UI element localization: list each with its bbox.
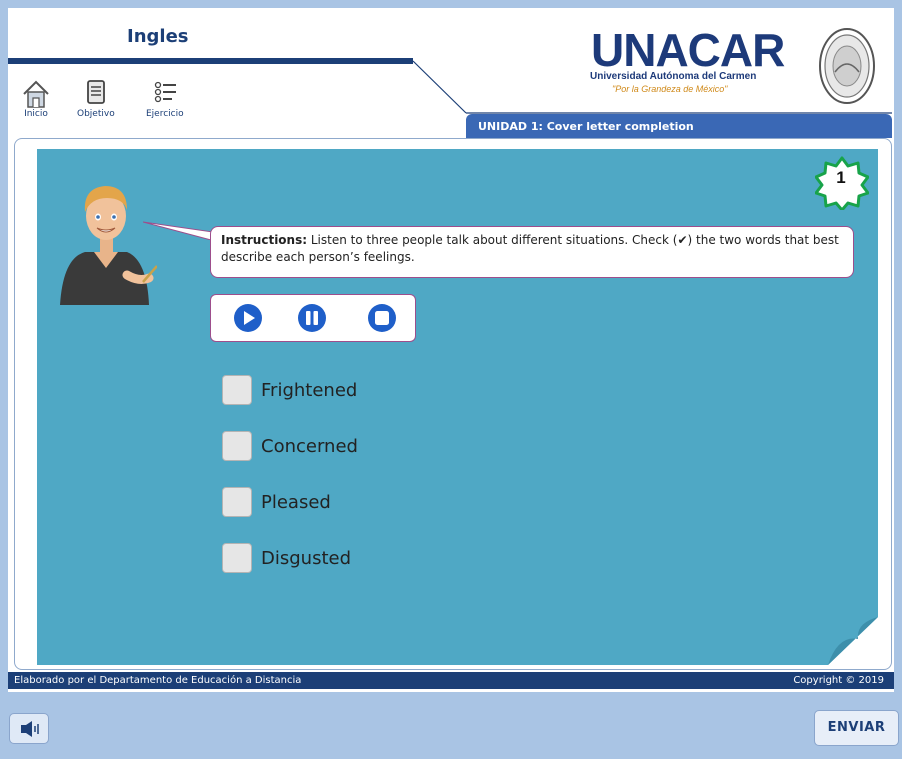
pause-icon[interactable]	[297, 303, 327, 333]
audio-player	[210, 294, 416, 342]
home-icon	[23, 80, 49, 108]
instructions-bubble: Instructions: Listen to three people tal…	[210, 226, 854, 278]
option-disgusted[interactable]: Disgusted	[222, 543, 351, 573]
sound-button[interactable]	[9, 713, 49, 744]
option-label: Pleased	[261, 491, 331, 513]
option-pleased[interactable]: Pleased	[222, 487, 331, 517]
send-button[interactable]: ENVIAR	[814, 710, 899, 746]
footer-copyright: Copyright © 2019	[793, 675, 884, 686]
instructions-text: Listen to three people talk about differ…	[221, 233, 839, 264]
option-concerned[interactable]: Concerned	[222, 431, 358, 461]
instructions-label: Instructions:	[221, 233, 308, 247]
speech-bubble-tail	[143, 221, 214, 240]
option-checkbox[interactable]	[222, 543, 252, 573]
stop-icon[interactable]	[367, 303, 397, 333]
teacher-avatar	[60, 186, 157, 305]
page-curl-icon	[828, 617, 878, 665]
university-name: Universidad Autónoma del Carmen	[590, 71, 757, 82]
university-motto: "Por la Grandeza de México"	[612, 84, 728, 94]
option-checkbox[interactable]	[222, 431, 252, 461]
nav-objetivo[interactable]: Objetivo	[77, 78, 115, 119]
exercise-number: 1	[836, 168, 846, 187]
nav-ejercicio[interactable]: Ejercicio	[146, 78, 184, 119]
university-logo-text: UNACAR	[591, 24, 785, 76]
document-icon	[86, 80, 105, 104]
checklist-icon	[154, 81, 176, 103]
footer-bar: Elaborado por el Departamento de Educaci…	[8, 672, 894, 689]
nav-objetivo-label: Objetivo	[77, 109, 115, 119]
nav-inicio-label: Inicio	[24, 109, 48, 119]
play-icon[interactable]	[233, 303, 263, 333]
nav-ejercicio-label: Ejercicio	[146, 109, 184, 119]
nav-inicio[interactable]: Inicio	[20, 78, 52, 119]
unit-title-bar: UNIDAD 1: Cover letter completion	[466, 114, 892, 138]
option-label: Frightened	[261, 379, 358, 401]
speaker-icon	[21, 721, 39, 737]
option-label: Disgusted	[261, 547, 352, 569]
option-frightened[interactable]: Frightened	[222, 375, 357, 405]
option-checkbox[interactable]	[222, 375, 252, 405]
footer-credit: Elaborado por el Departamento de Educaci…	[14, 675, 302, 686]
option-label: Concerned	[261, 435, 358, 457]
university-seal-icon	[819, 28, 875, 104]
option-checkbox[interactable]	[222, 487, 252, 517]
